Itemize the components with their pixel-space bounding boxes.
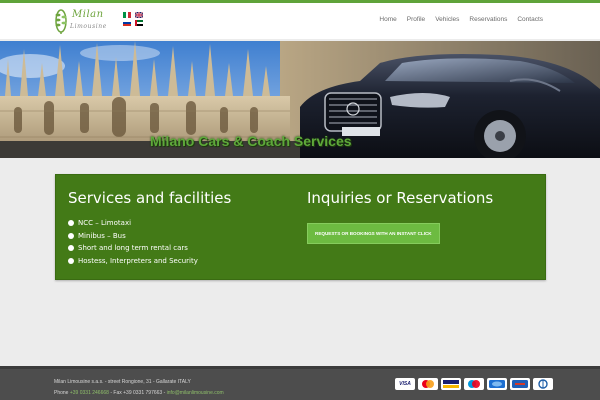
footer-contacts: Phone +39 0331 246668 - Fax +39 0331 797… [54,390,224,396]
logo-text-milan: Milan [72,9,104,20]
language-selector [122,12,146,28]
bullet-icon [68,220,74,227]
nav-home[interactable]: Home [379,16,396,23]
flag-russia-icon[interactable] [123,20,131,26]
booking-button[interactable]: REQUESTS OR BOOKINGS WITH AN INSTANT CLI… [307,223,440,244]
fax-number: +39 0331 797663 [123,390,163,396]
bullet-icon [68,257,74,264]
service-item: NCC – Limotaxi [68,217,231,230]
services-panel: Services and facilities NCC – Limotaxi M… [55,174,546,280]
laurel-emblem-icon [55,9,67,34]
footer-address: Milan Limousine s.a.s. - street Rongione… [54,379,191,385]
logo-text-limousine: Limousine [70,23,107,30]
nav-contacts[interactable]: Contacts [517,16,543,23]
services-list: NCC – Limotaxi Minibus – Bus Short and l… [68,217,231,267]
flag-italy-icon[interactable] [123,12,131,18]
service-item: Hostess, Interpreters and Security [68,255,231,268]
nav-vehicles[interactable]: Vehicles [435,16,459,23]
email-link[interactable]: info@milanlimousine.com [167,390,224,396]
hero-banner: Milano Cars & Coach Services [0,41,600,158]
services-title: Services and facilities [68,189,232,207]
nav-reservations[interactable]: Reservations [469,16,507,23]
maestro-card-icon [464,378,484,390]
services-column: Services and facilities NCC – Limotaxi M… [68,189,231,267]
nav-profile[interactable]: Profile [407,16,425,23]
payment-cards: VISA [395,378,553,390]
hero-title: Milano Cars & Coach Services [150,133,352,149]
mastercard-card-icon [418,378,438,390]
header: Milan Limousine Home Profile Vehicles Re… [0,3,600,39]
bullet-icon [68,245,74,252]
footer: Milan Limousine s.a.s. - street Rongione… [0,366,600,400]
logo[interactable]: Milan Limousine [54,7,114,37]
main-nav: Home Profile Vehicles Reservations Conta… [379,16,543,23]
amex-card-icon [510,378,530,390]
visa-card-icon: VISA [395,378,415,390]
diners-club-card-icon [533,378,553,390]
phone-link[interactable]: +39 0331 246668 [70,390,109,396]
flag-uk-icon[interactable] [135,12,143,18]
bullet-icon [68,232,74,239]
reservations-title: Inquiries or Reservations [307,189,494,207]
visa-electron-card-icon [441,378,461,390]
flag-uae-icon[interactable] [135,20,143,26]
reservations-column: Inquiries or Reservations REQUESTS OR BO… [307,189,493,244]
service-item: Short and long term rental cars [68,242,231,255]
service-item: Minibus – Bus [68,230,231,243]
postepay-card-icon [487,378,507,390]
